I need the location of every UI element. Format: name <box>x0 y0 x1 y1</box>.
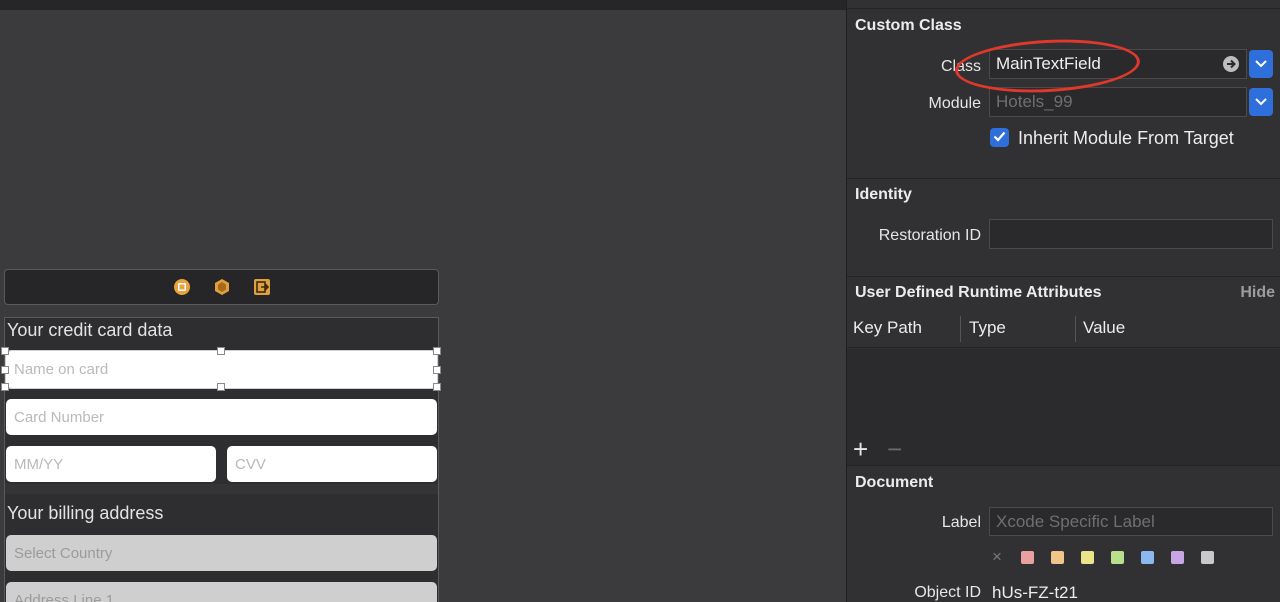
section-spacer <box>5 484 438 494</box>
remove-attribute-button[interactable]: − <box>887 435 902 463</box>
navigate-arrow-icon[interactable] <box>1222 55 1240 78</box>
runtime-attributes-toolbar: + − <box>847 435 1280 465</box>
resize-handle[interactable] <box>217 347 225 355</box>
cvv-field[interactable]: CVV <box>227 446 437 482</box>
runtime-attributes-header: User Defined Runtime Attributes <box>855 284 1102 301</box>
module-label: Module <box>928 95 981 112</box>
color-swatch-green[interactable] <box>1111 551 1124 564</box>
resize-handle[interactable] <box>433 366 441 374</box>
class-label: Class <box>940 58 981 75</box>
expiry-field[interactable]: MM/YY <box>6 446 216 482</box>
exit-icon[interactable] <box>253 278 271 296</box>
divider <box>847 276 1280 277</box>
document-label-label: Label <box>941 514 981 531</box>
object-id-label: Object ID <box>914 584 981 601</box>
country-field[interactable]: Select Country <box>6 535 437 571</box>
canvas-top-bar <box>0 0 846 10</box>
column-key-path[interactable]: Key Path <box>853 318 922 338</box>
credit-card-section-title: Your credit card data <box>7 320 173 340</box>
card-number-field[interactable]: Card Number <box>6 399 437 435</box>
billing-section-title: Your billing address <box>7 503 164 523</box>
column-separator <box>1075 316 1076 342</box>
chevron-down-icon <box>1255 93 1267 111</box>
inherit-module-checkbox[interactable] <box>990 128 1009 147</box>
hide-button[interactable]: Hide <box>1240 284 1275 302</box>
runtime-attributes-table[interactable] <box>847 349 1280 437</box>
column-type[interactable]: Type <box>969 318 1006 338</box>
storyboard-canvas[interactable]: Your credit card data Name on card Card … <box>0 0 846 602</box>
identity-inspector: Custom Class Class MainTextField Module … <box>846 0 1280 602</box>
view-controller-icon[interactable] <box>173 278 191 296</box>
clear-color-button[interactable]: × <box>992 547 1002 567</box>
address-line-1-field[interactable]: Address Line 1 <box>6 582 437 602</box>
divider <box>847 8 1280 9</box>
identity-header: Identity <box>855 186 912 203</box>
module-field[interactable]: Hotels_99 <box>989 87 1247 117</box>
resize-handle[interactable] <box>1 366 9 374</box>
class-field[interactable]: MainTextField <box>989 49 1247 79</box>
column-value[interactable]: Value <box>1083 318 1125 338</box>
document-header: Document <box>855 474 934 491</box>
divider <box>847 178 1280 179</box>
checkmark-icon <box>993 129 1006 147</box>
resize-handle[interactable] <box>1 383 9 391</box>
payment-form-view[interactable]: Your credit card data Name on card Card … <box>1 317 441 602</box>
first-responder-icon[interactable] <box>213 278 231 296</box>
runtime-attributes-table-header: Key Path Type Value <box>847 308 1280 348</box>
restoration-id-field[interactable] <box>989 219 1273 249</box>
class-value: MainTextField <box>996 54 1101 73</box>
color-swatch-gray[interactable] <box>1201 551 1214 564</box>
object-id-value: hUs-FZ-t21 <box>992 583 1078 602</box>
color-swatch-blue[interactable] <box>1141 551 1154 564</box>
class-dropdown-button[interactable] <box>1249 50 1273 78</box>
resize-handle[interactable] <box>1 347 9 355</box>
chevron-down-icon <box>1255 55 1267 73</box>
resize-handle[interactable] <box>433 383 441 391</box>
add-attribute-button[interactable]: + <box>853 435 868 463</box>
inherit-module-label: Inherit Module From Target <box>1018 128 1234 148</box>
color-swatch-yellow[interactable] <box>1081 551 1094 564</box>
resize-handle[interactable] <box>217 383 225 391</box>
color-swatch-purple[interactable] <box>1171 551 1184 564</box>
custom-class-header: Custom Class <box>855 17 962 34</box>
module-dropdown-button[interactable] <box>1249 88 1273 116</box>
color-swatch-red[interactable] <box>1021 551 1034 564</box>
color-swatch-orange[interactable] <box>1051 551 1064 564</box>
restoration-id-label: Restoration ID <box>878 227 981 244</box>
resize-handle[interactable] <box>433 347 441 355</box>
xcode-label-field[interactable]: Xcode Specific Label <box>989 507 1273 536</box>
divider <box>847 465 1280 466</box>
scene-dock <box>4 269 439 305</box>
column-separator <box>960 316 961 342</box>
